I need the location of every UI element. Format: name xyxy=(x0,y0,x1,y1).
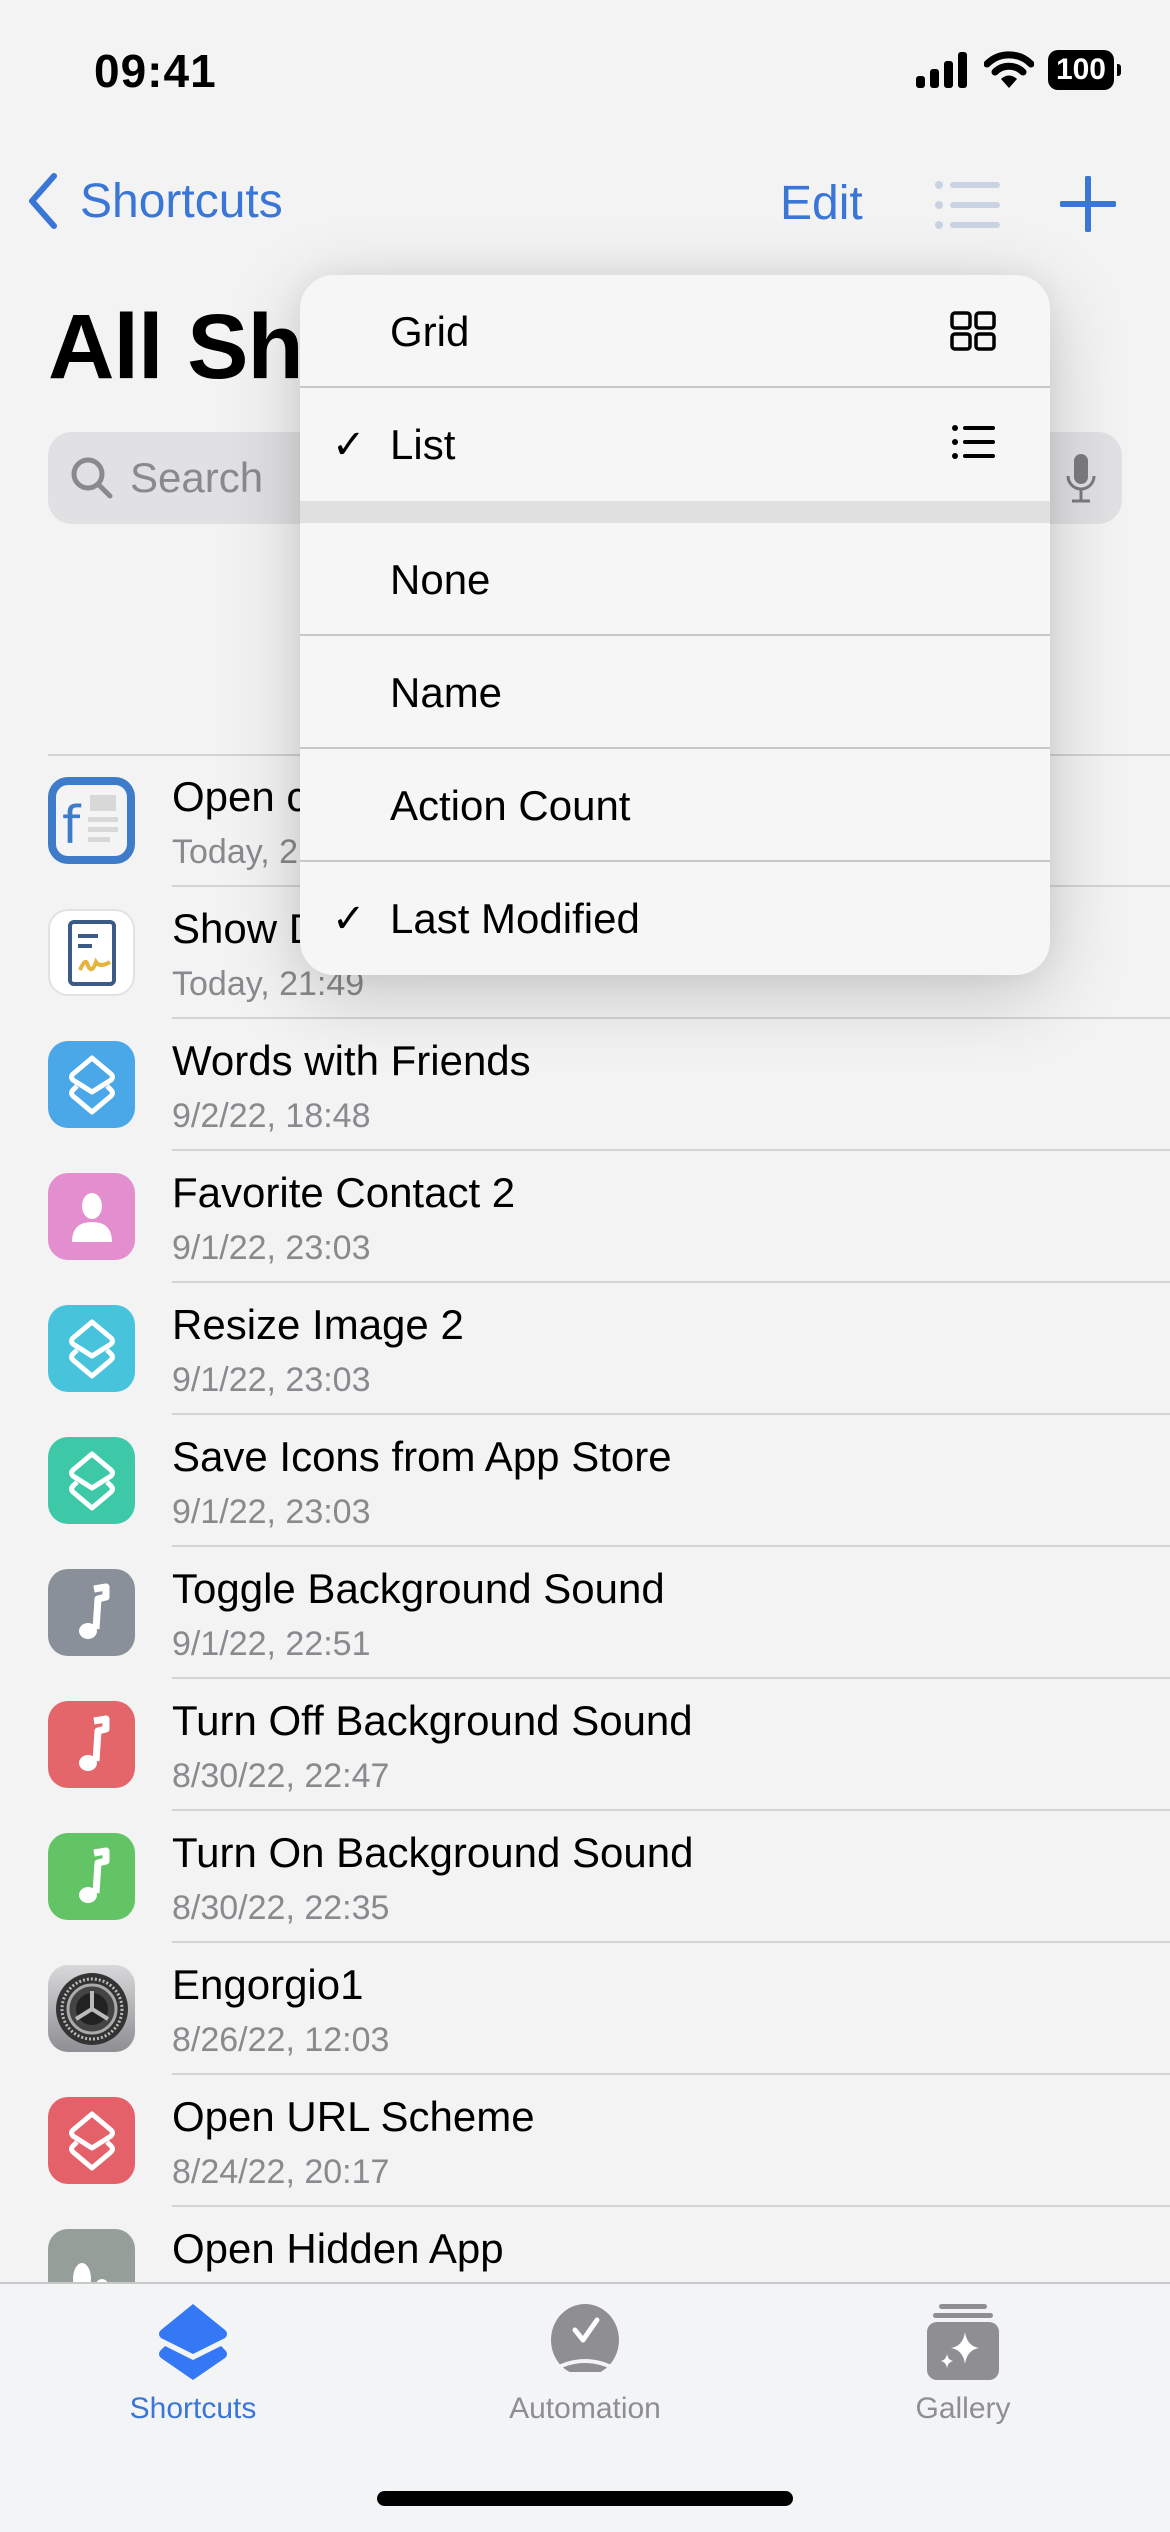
battery-icon: 100 xyxy=(1047,50,1122,90)
menu-item-label: Grid xyxy=(390,307,470,355)
shortcut-modified-date: 8/30/22, 22:47 xyxy=(172,1757,390,1795)
edit-button[interactable]: Edit xyxy=(780,176,863,231)
tab-automation[interactable]: Automation xyxy=(465,2302,705,2426)
status-time: 09:41 xyxy=(94,45,217,97)
menu-item-label: List xyxy=(390,420,456,468)
checkmark-icon: ✓ xyxy=(332,422,366,467)
shortcut-modified-date: 8/24/22, 20:17 xyxy=(172,2153,390,2191)
shortcut-row[interactable]: Open URL Scheme 8/24/22, 20:17 xyxy=(0,2075,1170,2207)
wifi-icon xyxy=(983,51,1034,88)
shortcut-modified-date: 8/30/22, 22:35 xyxy=(172,1889,390,1927)
menu-item-grid[interactable]: Grid xyxy=(300,275,1050,388)
checkmark-icon: ✓ xyxy=(332,896,366,941)
view-sort-menu: Grid ✓ List None Name Action Count ✓ Las… xyxy=(300,275,1050,975)
shortcut-modified-date: Today, 2 xyxy=(172,833,299,871)
shortcut-row[interactable]: Words with Friends 9/2/22, 18:48 xyxy=(0,1019,1170,1151)
shortcut-name: Open URL Scheme xyxy=(172,2093,535,2140)
shortcut-name: Turn Off Background Sound xyxy=(172,1697,693,1744)
status-icons: 100 xyxy=(915,50,1122,90)
shortcut-modified-date: 9/1/22, 22:51 xyxy=(172,1625,371,1663)
shortcut-modified-date: 8/26/22, 12:03 xyxy=(172,2021,390,2059)
shortcut-name: Words with Friends xyxy=(172,1037,531,1084)
shortcut-modified-date: 9/1/22, 23:03 xyxy=(172,1229,371,1267)
shortcuts-tab-icon xyxy=(159,2304,227,2380)
menu-item-label: None xyxy=(390,555,491,603)
settings-gear-icon xyxy=(48,1965,135,2052)
shortcut-name: Open c xyxy=(172,773,308,820)
shortcut-name: Engorgio1 xyxy=(172,1961,364,2008)
tab-label: Automation xyxy=(509,2392,661,2425)
shortcut-list: f Open c Today, 2 Show D Today, 21:49 Words w… xyxy=(0,755,1170,2339)
shortcut-name: Save Icons from App Store xyxy=(172,1433,672,1480)
shortcuts-layers-icon xyxy=(48,1041,135,1128)
shortcuts-layers-icon xyxy=(48,1437,135,1524)
list-view-icon xyxy=(935,181,1000,229)
shortcut-row[interactable]: Toggle Background Sound 9/1/22, 22:51 xyxy=(0,1547,1170,1679)
search-placeholder: Search xyxy=(130,454,264,501)
menu-item-label: Last Modified xyxy=(390,894,640,942)
search-icon xyxy=(71,457,113,499)
shortcut-name: Show D xyxy=(172,905,320,952)
shortcut-name: Resize Image 2 xyxy=(172,1301,464,1348)
menu-item-list[interactable]: ✓ List xyxy=(300,388,1050,501)
list-view-button[interactable] xyxy=(934,180,1002,235)
app-document-icon: f xyxy=(48,777,135,864)
microphone-icon[interactable] xyxy=(1066,454,1096,504)
menu-item-sort-last-modified[interactable]: ✓ Last Modified xyxy=(300,862,1050,975)
shortcut-name: Toggle Background Sound xyxy=(172,1565,665,1612)
shortcut-row[interactable]: Resize Image 2 9/1/22, 23:03 xyxy=(0,1283,1170,1415)
signature-document-icon xyxy=(48,909,135,996)
tab-label: Gallery xyxy=(915,2392,1011,2425)
shortcut-row[interactable]: Engorgio1 8/26/22, 12:03 xyxy=(0,1943,1170,2075)
tab-label: Shortcuts xyxy=(129,2392,257,2425)
person-icon xyxy=(48,1173,135,1260)
back-button[interactable]: Shortcuts xyxy=(26,172,283,230)
music-note-icon xyxy=(48,1833,135,1920)
shortcut-row[interactable]: Save Icons from App Store 9/1/22, 23:03 xyxy=(0,1415,1170,1547)
music-note-icon xyxy=(48,1701,135,1788)
music-note-icon xyxy=(48,1569,135,1656)
shortcut-modified-date: 9/2/22, 18:48 xyxy=(172,1097,371,1135)
signal-icon xyxy=(915,52,967,88)
shortcut-modified-date: 9/1/22, 23:03 xyxy=(172,1493,371,1531)
shortcut-row[interactable]: Favorite Contact 2 9/1/22, 23:03 xyxy=(0,1151,1170,1283)
home-indicator xyxy=(377,2491,793,2506)
gallery-sparkle-icon xyxy=(927,2304,999,2380)
menu-item-label: Action Count xyxy=(390,781,631,829)
tab-gallery[interactable]: Gallery xyxy=(843,2302,1083,2426)
menu-section-separator xyxy=(300,501,1050,523)
automation-clock-icon xyxy=(549,2304,621,2382)
shortcuts-layers-icon xyxy=(48,1305,135,1392)
shortcut-name: Favorite Contact 2 xyxy=(172,1169,516,1216)
chevron-left-icon xyxy=(29,173,57,229)
list-icon xyxy=(952,425,995,459)
menu-item-sort-name[interactable]: Name xyxy=(300,636,1050,749)
plus-icon xyxy=(1059,175,1117,233)
tab-shortcuts[interactable]: Shortcuts xyxy=(73,2302,313,2426)
back-label: Shortcuts xyxy=(80,174,283,228)
shortcut-row[interactable]: Turn On Background Sound 8/30/22, 22:35 xyxy=(0,1811,1170,1943)
shortcut-row[interactable]: Turn Off Background Sound 8/30/22, 22:47 xyxy=(0,1679,1170,1811)
menu-item-label: Name xyxy=(390,668,503,716)
shortcut-name: Open Hidden App xyxy=(172,2225,504,2272)
add-shortcut-button[interactable] xyxy=(1059,175,1117,237)
page-title: All Sh xyxy=(48,296,304,398)
shortcut-name: Turn On Background Sound xyxy=(172,1829,694,1876)
menu-item-sort-action-count[interactable]: Action Count xyxy=(300,749,1050,862)
menu-item-sort-none[interactable]: None xyxy=(300,523,1050,636)
grid-icon xyxy=(950,311,996,351)
shortcut-modified-date: 9/1/22, 23:03 xyxy=(172,1361,371,1399)
shortcuts-layers-icon xyxy=(48,2097,135,2184)
svg-text:f: f xyxy=(62,796,82,856)
